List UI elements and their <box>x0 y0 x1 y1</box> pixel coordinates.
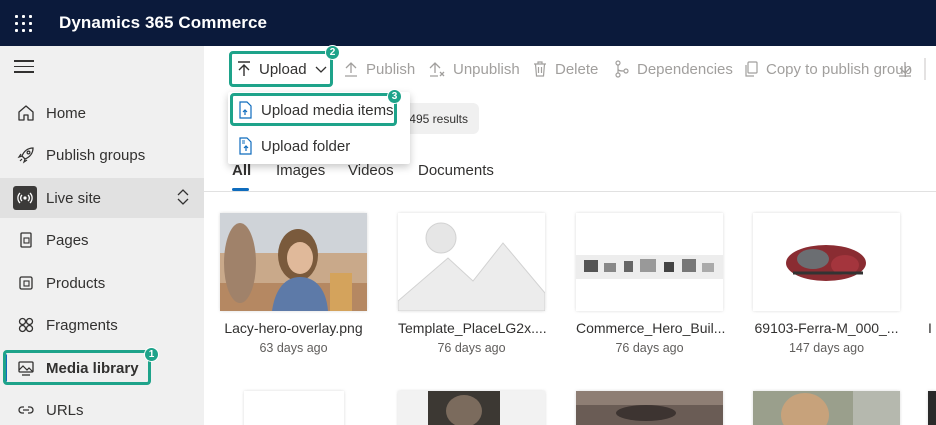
dependencies-button[interactable]: Dependencies <box>614 46 733 92</box>
media-card[interactable]: Lacy-hero-overlay.png 63 days ago <box>220 213 367 355</box>
media-name: Lacy-hero-overlay.png <box>224 320 363 336</box>
media-name: Commerce_Hero_Buil... <box>576 320 726 336</box>
expand-collapse-icon[interactable] <box>176 188 190 210</box>
download-button[interactable] <box>897 46 920 92</box>
sidebar-item-label: Publish groups <box>46 146 146 164</box>
dependencies-icon <box>615 60 629 78</box>
sidebar-item-label: Live site <box>46 189 102 207</box>
sidebar-item-label: Home <box>46 104 87 122</box>
active-tab-underline <box>232 188 249 191</box>
media-date: 76 days ago <box>437 341 506 355</box>
highlight-upload-media-items <box>230 93 397 126</box>
app-title: Dynamics 365 Commerce <box>59 13 268 32</box>
highlight-upload <box>229 51 333 87</box>
home-icon <box>16 103 36 123</box>
callout-badge-2: 2 <box>325 45 340 60</box>
publish-button[interactable]: Publish <box>343 46 415 92</box>
media-thumbnail <box>576 213 723 311</box>
fragments-icon <box>16 315 36 335</box>
url-icon <box>16 400 36 420</box>
media-date: 147 days ago <box>788 341 865 355</box>
tab-all[interactable]: All <box>232 162 251 179</box>
page-icon <box>16 230 36 250</box>
media-date: 76 days ago <box>615 341 684 355</box>
callout-badge-3: 3 <box>387 89 402 104</box>
copy-icon <box>745 61 758 77</box>
sidebar-item-pages[interactable]: Pages <box>0 220 204 260</box>
upload-folder-label: Upload folder <box>261 137 351 155</box>
media-thumbnail <box>398 213 545 311</box>
unpublish-button[interactable]: Unpublish <box>428 46 520 92</box>
sidebar-item-label: URLs <box>46 401 84 419</box>
sidebar-item-label: Products <box>46 274 106 292</box>
sidebar-item-publish-groups[interactable]: Publish groups <box>0 135 204 175</box>
media-date: 63 days ago <box>259 341 328 355</box>
media-card-partial[interactable]: I <box>928 213 936 336</box>
media-card[interactable]: 69103-Ferra-M_000_... 147 days ago <box>753 213 900 355</box>
media-name-partial: I <box>928 320 932 336</box>
media-name: 69103-Ferra-M_000_... <box>754 320 899 336</box>
product-icon <box>16 273 36 293</box>
app-launcher-icon[interactable] <box>0 0 46 46</box>
callout-badge-1: 1 <box>144 347 159 362</box>
media-card[interactable]: Commerce_Hero_Buil... 76 days ago <box>576 213 726 355</box>
sidebar-item-urls[interactable]: URLs <box>0 390 204 425</box>
tab-images[interactable]: Images <box>276 162 325 179</box>
trash-icon <box>534 61 546 77</box>
hamburger-menu-icon[interactable] <box>14 60 34 76</box>
media-card[interactable] <box>753 391 900 425</box>
sidebar-item-fragments[interactable]: Fragments <box>0 305 204 345</box>
folder-upload-icon <box>239 137 252 155</box>
media-card[interactable]: Template_PlaceLG2x.... 76 days ago <box>398 213 547 355</box>
media-name: Template_PlaceLG2x.... <box>398 320 547 336</box>
broadcast-icon <box>13 186 37 210</box>
dependencies-label: Dependencies <box>637 60 733 78</box>
tab-documents[interactable]: Documents <box>418 162 494 179</box>
media-card[interactable] <box>576 391 723 425</box>
unpublish-label: Unpublish <box>453 60 520 78</box>
media-card[interactable] <box>244 391 344 425</box>
sidebar-item-products[interactable]: Products <box>0 263 204 303</box>
sidebar-item-label: Pages <box>46 231 89 249</box>
rocket-icon <box>16 145 36 165</box>
copy-to-publish-group-button[interactable]: Copy to publish group <box>743 46 912 92</box>
delete-button[interactable]: Delete <box>532 46 598 92</box>
publish-icon <box>345 62 357 77</box>
overflow-divider <box>923 46 936 92</box>
media-thumbnail <box>220 213 367 311</box>
media-card[interactable] <box>398 391 545 425</box>
sidebar-item-live-site[interactable]: Live site <box>0 178 204 218</box>
media-thumbnail <box>753 213 900 311</box>
delete-label: Delete <box>555 60 599 78</box>
tab-videos[interactable]: Videos <box>348 162 394 179</box>
sidebar-item-label: Fragments <box>46 316 118 334</box>
download-icon <box>899 62 911 77</box>
unpublish-icon <box>429 62 445 77</box>
copy-to-publish-group-label: Copy to publish group <box>766 60 912 78</box>
highlight-media-library <box>3 350 151 385</box>
media-card-partial[interactable] <box>928 391 936 425</box>
top-bar: Dynamics 365 Commerce <box>0 0 936 46</box>
sidebar-item-home[interactable]: Home <box>0 93 204 133</box>
upload-folder-option[interactable]: Upload folder <box>228 128 410 164</box>
publish-label: Publish <box>366 60 416 78</box>
